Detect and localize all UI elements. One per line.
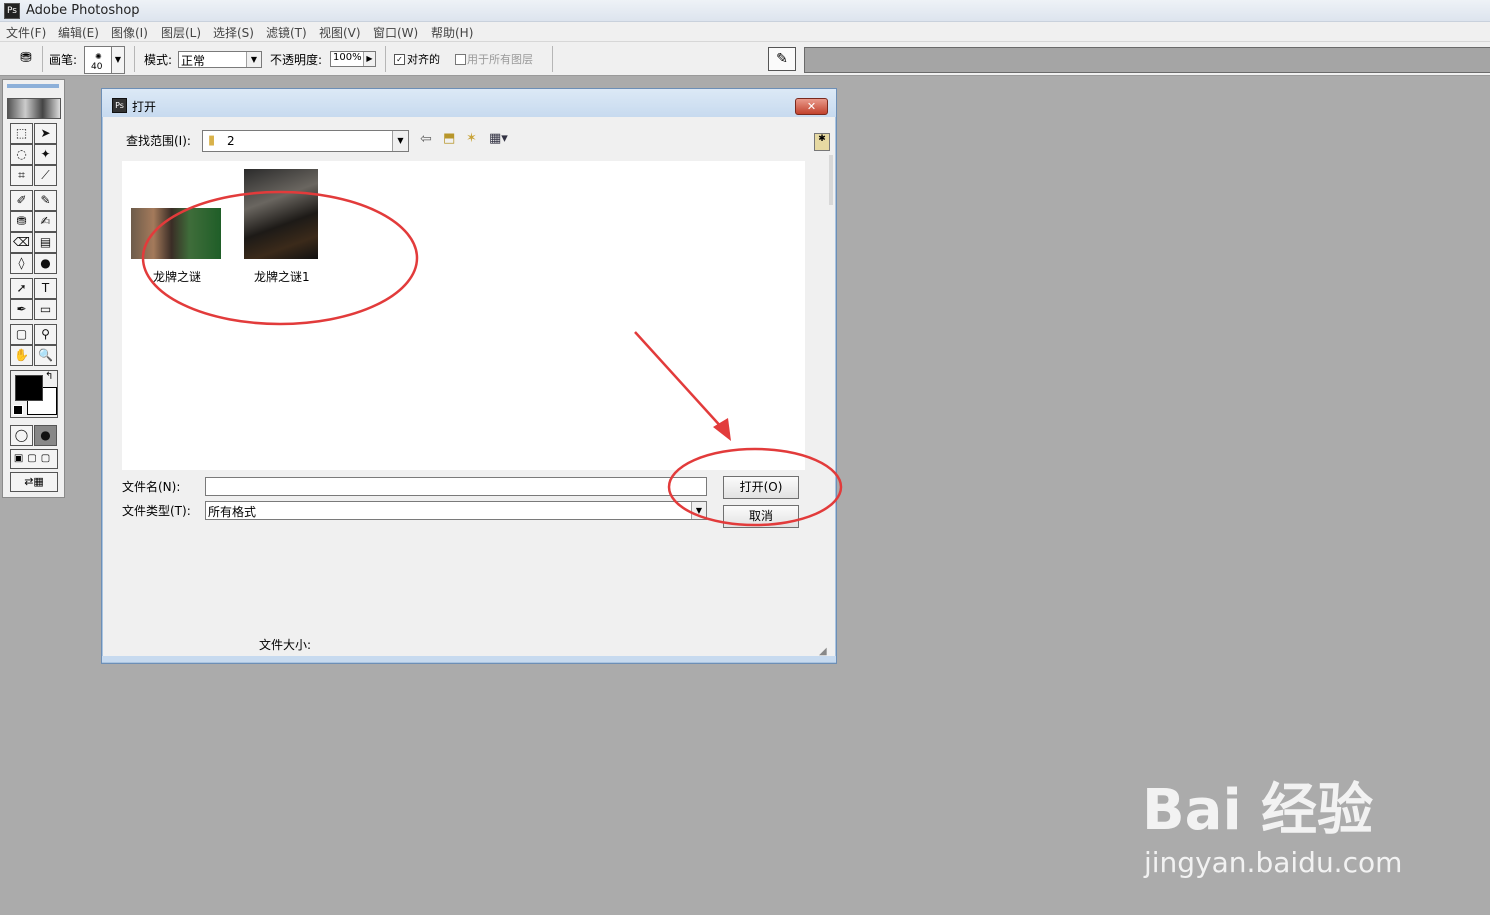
annotation-circle-open-button [667, 447, 843, 527]
baidu-watermark-url: jingyan.baidu.com [1144, 846, 1403, 879]
baidu-watermark-logo: Bai 经验 [1142, 778, 1374, 843]
annotation-circle-thumbnails [141, 190, 419, 326]
annotation-arrow-line [634, 331, 725, 431]
